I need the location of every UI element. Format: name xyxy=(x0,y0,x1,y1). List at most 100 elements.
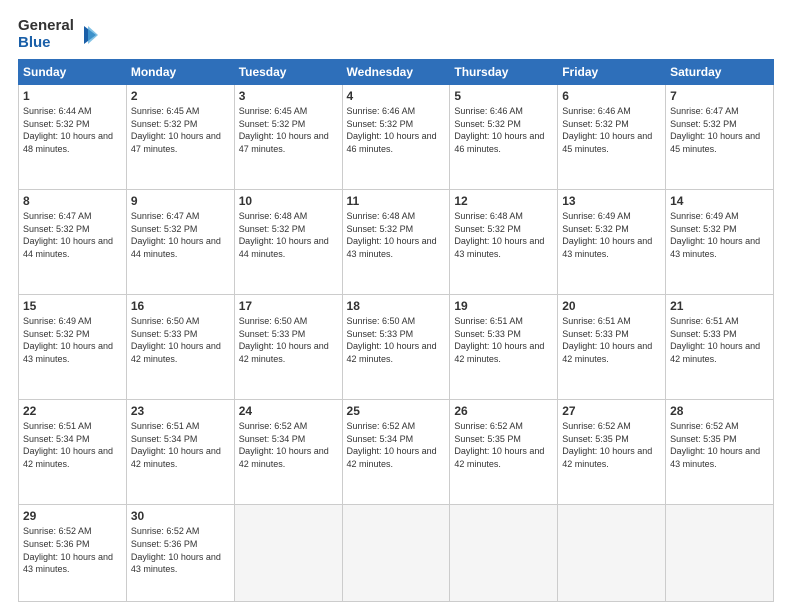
calendar-day-cell: 1 Sunrise: 6:44 AMSunset: 5:32 PMDayligh… xyxy=(19,85,127,190)
day-info: Sunrise: 6:46 AMSunset: 5:32 PMDaylight:… xyxy=(454,105,553,155)
day-info: Sunrise: 6:52 AMSunset: 5:34 PMDaylight:… xyxy=(347,420,446,470)
calendar-day-cell: 14 Sunrise: 6:49 AMSunset: 5:32 PMDaylig… xyxy=(666,190,774,295)
day-number: 24 xyxy=(239,404,338,418)
calendar-day-cell xyxy=(234,505,342,602)
calendar-day-cell: 22 Sunrise: 6:51 AMSunset: 5:34 PMDaylig… xyxy=(19,400,127,505)
day-info: Sunrise: 6:51 AMSunset: 5:34 PMDaylight:… xyxy=(23,420,122,470)
day-number: 28 xyxy=(670,404,769,418)
day-number: 14 xyxy=(670,194,769,208)
day-number: 26 xyxy=(454,404,553,418)
day-info: Sunrise: 6:52 AMSunset: 5:36 PMDaylight:… xyxy=(23,525,122,575)
day-number: 13 xyxy=(562,194,661,208)
weekday-header-friday: Friday xyxy=(558,60,666,85)
calendar-week-row: 8 Sunrise: 6:47 AMSunset: 5:32 PMDayligh… xyxy=(19,190,774,295)
weekday-header-saturday: Saturday xyxy=(666,60,774,85)
day-number: 6 xyxy=(562,89,661,103)
calendar-week-row: 1 Sunrise: 6:44 AMSunset: 5:32 PMDayligh… xyxy=(19,85,774,190)
day-number: 3 xyxy=(239,89,338,103)
day-info: Sunrise: 6:52 AMSunset: 5:36 PMDaylight:… xyxy=(131,525,230,575)
weekday-header-tuesday: Tuesday xyxy=(234,60,342,85)
day-number: 16 xyxy=(131,299,230,313)
day-number: 30 xyxy=(131,509,230,523)
page-header: General Blue xyxy=(18,18,774,51)
day-info: Sunrise: 6:51 AMSunset: 5:33 PMDaylight:… xyxy=(454,315,553,365)
calendar-day-cell: 15 Sunrise: 6:49 AMSunset: 5:32 PMDaylig… xyxy=(19,295,127,400)
day-info: Sunrise: 6:52 AMSunset: 5:35 PMDaylight:… xyxy=(454,420,553,470)
calendar-day-cell: 9 Sunrise: 6:47 AMSunset: 5:32 PMDayligh… xyxy=(126,190,234,295)
calendar-day-cell: 10 Sunrise: 6:48 AMSunset: 5:32 PMDaylig… xyxy=(234,190,342,295)
weekday-header-wednesday: Wednesday xyxy=(342,60,450,85)
weekday-header-thursday: Thursday xyxy=(450,60,558,85)
calendar-day-cell: 26 Sunrise: 6:52 AMSunset: 5:35 PMDaylig… xyxy=(450,400,558,505)
day-number: 25 xyxy=(347,404,446,418)
calendar-day-cell xyxy=(558,505,666,602)
calendar-day-cell: 12 Sunrise: 6:48 AMSunset: 5:32 PMDaylig… xyxy=(450,190,558,295)
weekday-header-monday: Monday xyxy=(126,60,234,85)
day-info: Sunrise: 6:45 AMSunset: 5:32 PMDaylight:… xyxy=(239,105,338,155)
calendar-day-cell: 29 Sunrise: 6:52 AMSunset: 5:36 PMDaylig… xyxy=(19,505,127,602)
calendar-day-cell: 2 Sunrise: 6:45 AMSunset: 5:32 PMDayligh… xyxy=(126,85,234,190)
calendar-day-cell: 11 Sunrise: 6:48 AMSunset: 5:32 PMDaylig… xyxy=(342,190,450,295)
day-info: Sunrise: 6:48 AMSunset: 5:32 PMDaylight:… xyxy=(347,210,446,260)
day-number: 20 xyxy=(562,299,661,313)
day-number: 4 xyxy=(347,89,446,103)
calendar-day-cell: 21 Sunrise: 6:51 AMSunset: 5:33 PMDaylig… xyxy=(666,295,774,400)
calendar-day-cell: 25 Sunrise: 6:52 AMSunset: 5:34 PMDaylig… xyxy=(342,400,450,505)
day-info: Sunrise: 6:51 AMSunset: 5:33 PMDaylight:… xyxy=(562,315,661,365)
logo: General Blue xyxy=(18,18,98,51)
day-info: Sunrise: 6:52 AMSunset: 5:34 PMDaylight:… xyxy=(239,420,338,470)
calendar-day-cell: 13 Sunrise: 6:49 AMSunset: 5:32 PMDaylig… xyxy=(558,190,666,295)
day-info: Sunrise: 6:47 AMSunset: 5:32 PMDaylight:… xyxy=(23,210,122,260)
day-number: 17 xyxy=(239,299,338,313)
calendar-day-cell xyxy=(450,505,558,602)
day-info: Sunrise: 6:50 AMSunset: 5:33 PMDaylight:… xyxy=(131,315,230,365)
day-info: Sunrise: 6:51 AMSunset: 5:34 PMDaylight:… xyxy=(131,420,230,470)
calendar-table: SundayMondayTuesdayWednesdayThursdayFrid… xyxy=(18,59,774,602)
calendar-week-row: 22 Sunrise: 6:51 AMSunset: 5:34 PMDaylig… xyxy=(19,400,774,505)
calendar-day-cell: 6 Sunrise: 6:46 AMSunset: 5:32 PMDayligh… xyxy=(558,85,666,190)
calendar-day-cell: 30 Sunrise: 6:52 AMSunset: 5:36 PMDaylig… xyxy=(126,505,234,602)
day-info: Sunrise: 6:50 AMSunset: 5:33 PMDaylight:… xyxy=(239,315,338,365)
day-number: 18 xyxy=(347,299,446,313)
day-info: Sunrise: 6:50 AMSunset: 5:33 PMDaylight:… xyxy=(347,315,446,365)
day-number: 11 xyxy=(347,194,446,208)
day-number: 7 xyxy=(670,89,769,103)
day-info: Sunrise: 6:47 AMSunset: 5:32 PMDaylight:… xyxy=(670,105,769,155)
day-info: Sunrise: 6:48 AMSunset: 5:32 PMDaylight:… xyxy=(239,210,338,260)
day-number: 29 xyxy=(23,509,122,523)
day-info: Sunrise: 6:49 AMSunset: 5:32 PMDaylight:… xyxy=(23,315,122,365)
day-number: 2 xyxy=(131,89,230,103)
day-number: 12 xyxy=(454,194,553,208)
calendar-day-cell: 16 Sunrise: 6:50 AMSunset: 5:33 PMDaylig… xyxy=(126,295,234,400)
day-number: 8 xyxy=(23,194,122,208)
calendar-day-cell: 7 Sunrise: 6:47 AMSunset: 5:32 PMDayligh… xyxy=(666,85,774,190)
calendar-day-cell: 3 Sunrise: 6:45 AMSunset: 5:32 PMDayligh… xyxy=(234,85,342,190)
day-number: 27 xyxy=(562,404,661,418)
day-info: Sunrise: 6:47 AMSunset: 5:32 PMDaylight:… xyxy=(131,210,230,260)
day-info: Sunrise: 6:45 AMSunset: 5:32 PMDaylight:… xyxy=(131,105,230,155)
weekday-header-row: SundayMondayTuesdayWednesdayThursdayFrid… xyxy=(19,60,774,85)
day-info: Sunrise: 6:51 AMSunset: 5:33 PMDaylight:… xyxy=(670,315,769,365)
day-number: 9 xyxy=(131,194,230,208)
day-number: 15 xyxy=(23,299,122,313)
calendar-day-cell: 23 Sunrise: 6:51 AMSunset: 5:34 PMDaylig… xyxy=(126,400,234,505)
calendar-day-cell: 4 Sunrise: 6:46 AMSunset: 5:32 PMDayligh… xyxy=(342,85,450,190)
calendar-day-cell xyxy=(666,505,774,602)
calendar-day-cell: 8 Sunrise: 6:47 AMSunset: 5:32 PMDayligh… xyxy=(19,190,127,295)
day-number: 23 xyxy=(131,404,230,418)
logo-arrow-icon xyxy=(76,24,98,46)
calendar-page: General Blue SundayMondayTuesdayWednesda… xyxy=(0,0,792,612)
day-number: 19 xyxy=(454,299,553,313)
day-info: Sunrise: 6:46 AMSunset: 5:32 PMDaylight:… xyxy=(347,105,446,155)
day-info: Sunrise: 6:46 AMSunset: 5:32 PMDaylight:… xyxy=(562,105,661,155)
day-number: 21 xyxy=(670,299,769,313)
calendar-day-cell xyxy=(342,505,450,602)
day-info: Sunrise: 6:49 AMSunset: 5:32 PMDaylight:… xyxy=(562,210,661,260)
calendar-day-cell: 27 Sunrise: 6:52 AMSunset: 5:35 PMDaylig… xyxy=(558,400,666,505)
day-number: 22 xyxy=(23,404,122,418)
calendar-day-cell: 18 Sunrise: 6:50 AMSunset: 5:33 PMDaylig… xyxy=(342,295,450,400)
day-info: Sunrise: 6:44 AMSunset: 5:32 PMDaylight:… xyxy=(23,105,122,155)
calendar-day-cell: 20 Sunrise: 6:51 AMSunset: 5:33 PMDaylig… xyxy=(558,295,666,400)
calendar-day-cell: 28 Sunrise: 6:52 AMSunset: 5:35 PMDaylig… xyxy=(666,400,774,505)
day-number: 10 xyxy=(239,194,338,208)
